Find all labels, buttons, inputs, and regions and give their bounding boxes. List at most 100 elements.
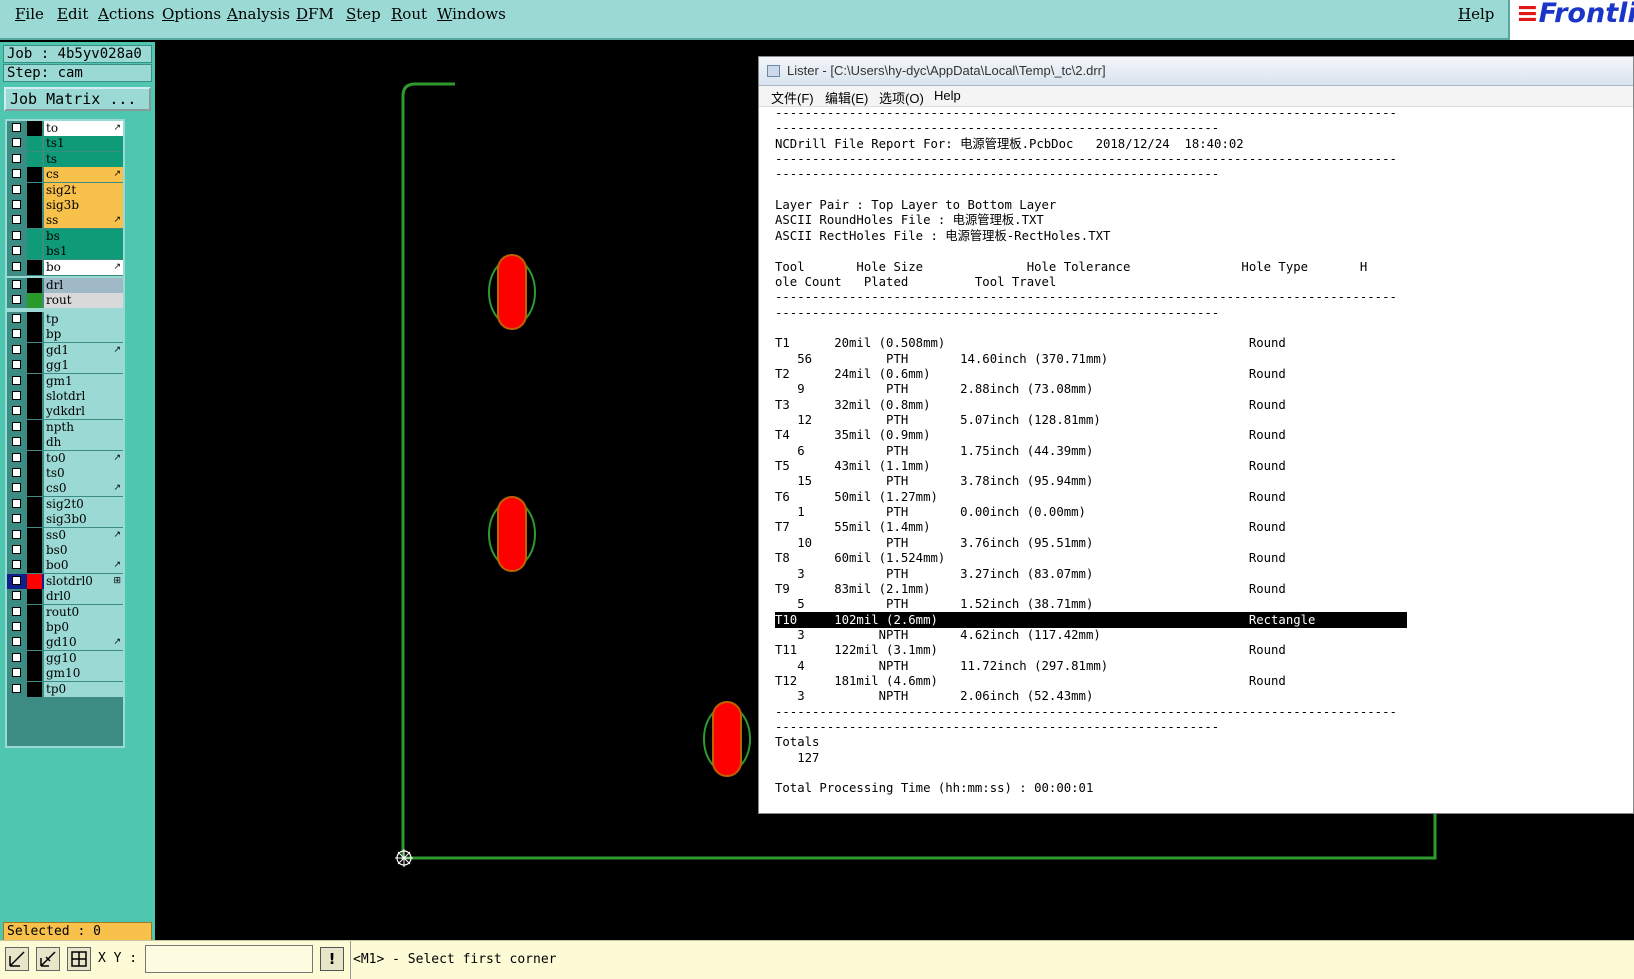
menu-windows[interactable]: Windows <box>437 5 506 23</box>
layer-color-swatch[interactable] <box>27 419 42 435</box>
layer-name[interactable]: slotdrl <box>44 389 123 404</box>
layer-row-gd1[interactable]: gd1 ↗ <box>7 342 123 358</box>
layer-name[interactable]: cs0 <box>44 481 123 497</box>
layer-color-swatch[interactable] <box>27 681 42 697</box>
layer-name[interactable]: npth <box>44 419 123 435</box>
layer-color-swatch[interactable] <box>27 213 42 229</box>
layer-color-swatch[interactable] <box>27 312 42 327</box>
layer-name[interactable]: drl0 <box>44 589 123 605</box>
layer-checkbox[interactable] <box>12 169 21 179</box>
layer-name[interactable]: sig2t <box>44 182 123 198</box>
snap-icon[interactable] <box>36 947 60 971</box>
layer-row-ss0[interactable]: ss0 ↗ <box>7 527 123 543</box>
layer-row-ts[interactable]: ts <box>7 151 123 167</box>
layer-checkbox[interactable] <box>12 652 21 662</box>
layer-name[interactable]: bp <box>44 327 123 343</box>
layer-color-swatch[interactable] <box>27 151 42 167</box>
layer-checkbox[interactable] <box>12 280 21 289</box>
layer-checkbox[interactable] <box>12 591 21 601</box>
layer-row-gm10[interactable]: gm10 <box>7 666 123 682</box>
layer-row-tp0[interactable]: tp0 <box>7 681 123 697</box>
layer-color-swatch[interactable] <box>27 466 42 481</box>
layer-row-rout0[interactable]: rout0 <box>7 604 123 620</box>
lister-titlebar[interactable]: Lister - [C:\Users\hy-dyc\AppData\Local\… <box>759 57 1633 86</box>
menu-options[interactable]: Options <box>162 5 221 23</box>
layer-row-sig3b0[interactable]: sig3b0 <box>7 512 123 528</box>
layer-color-swatch[interactable] <box>27 293 42 309</box>
layer-name[interactable]: to <box>44 121 123 136</box>
layer-row-cs[interactable]: cs ↗ <box>7 167 123 183</box>
layer-color-swatch[interactable] <box>27 167 42 183</box>
layer-name[interactable]: rout0 <box>44 604 123 620</box>
measure-icon[interactable] <box>5 947 29 971</box>
layer-checkbox[interactable] <box>12 545 21 554</box>
layer-name[interactable]: ts1 <box>44 136 123 152</box>
layer-checkbox[interactable] <box>12 215 21 225</box>
layer-checkbox[interactable] <box>12 683 21 693</box>
layer-row-bo[interactable]: bo ↗ <box>7 259 123 275</box>
layer-row-ts1[interactable]: ts1 <box>7 136 123 152</box>
layer-name[interactable]: slotdrl0 <box>44 573 123 589</box>
layer-name[interactable]: rout <box>44 293 123 309</box>
layer-checkbox[interactable] <box>12 421 21 431</box>
layer-name[interactable]: sig2t0 <box>44 496 123 512</box>
layer-name[interactable]: ss <box>44 213 123 229</box>
layer-color-swatch[interactable] <box>27 650 42 666</box>
layer-checkbox[interactable] <box>12 452 21 462</box>
layer-color-swatch[interactable] <box>27 435 42 451</box>
layer-name[interactable]: ss0 <box>44 527 123 543</box>
layer-name[interactable]: tp <box>44 312 123 327</box>
menu-step[interactable]: Step <box>346 5 381 23</box>
layer-checkbox[interactable] <box>12 514 21 524</box>
layer-checkbox[interactable] <box>12 200 21 209</box>
layer-color-swatch[interactable] <box>27 589 42 605</box>
layer-row-sig2t[interactable]: sig2t <box>7 182 123 198</box>
layer-row-slotdrl0[interactable]: slotdrl0 ⊞ <box>7 573 123 589</box>
layer-color-swatch[interactable] <box>27 527 42 543</box>
grid-icon[interactable] <box>67 947 91 971</box>
layer-row-sig2t0[interactable]: sig2t0 <box>7 496 123 512</box>
layer-color-swatch[interactable] <box>27 259 42 275</box>
menu-actions[interactable]: Actions <box>98 5 154 23</box>
layer-color-swatch[interactable] <box>27 620 42 635</box>
layer-checkbox[interactable] <box>12 668 21 678</box>
menu-analysis[interactable]: Analysis <box>227 5 290 23</box>
layer-row-gg1[interactable]: gg1 <box>7 358 123 374</box>
layer-row-cs0[interactable]: cs0 ↗ <box>7 481 123 497</box>
layer-color-swatch[interactable] <box>27 573 42 589</box>
layer-row-sig3b[interactable]: sig3b <box>7 198 123 213</box>
layer-color-swatch[interactable] <box>27 450 42 466</box>
layer-row-to0[interactable]: to0 ↗ <box>7 450 123 466</box>
layer-color-swatch[interactable] <box>27 373 42 389</box>
layer-checkbox[interactable] <box>12 437 21 447</box>
layer-name[interactable]: bs <box>44 228 123 244</box>
layer-row-ts0[interactable]: ts0 <box>7 466 123 481</box>
layer-row-dh[interactable]: dh <box>7 435 123 451</box>
lister-window[interactable]: Lister - [C:\Users\hy-dyc\AppData\Local\… <box>758 56 1634 814</box>
layer-checkbox[interactable] <box>12 246 21 256</box>
layer-row-rout[interactable]: rout <box>7 293 123 309</box>
layer-color-swatch[interactable] <box>27 228 42 244</box>
layer-row-bs1[interactable]: bs1 <box>7 244 123 260</box>
layer-checkbox[interactable] <box>12 153 21 163</box>
layer-checkbox[interactable] <box>12 184 21 194</box>
job-matrix-button[interactable]: Job Matrix ... <box>4 87 151 111</box>
layer-color-swatch[interactable] <box>27 327 42 343</box>
layer-color-swatch[interactable] <box>27 342 42 358</box>
layer-row-bp[interactable]: bp <box>7 327 123 343</box>
layer-checkbox[interactable] <box>12 344 21 354</box>
layer-name[interactable]: gg10 <box>44 650 123 666</box>
layer-name[interactable]: gm10 <box>44 666 123 682</box>
layer-row-slotdrl[interactable]: slotdrl <box>7 389 123 404</box>
layer-name[interactable]: bs0 <box>44 543 123 558</box>
menu-edit[interactable]: Edit <box>57 5 88 23</box>
layer-color-swatch[interactable] <box>27 136 42 152</box>
layer-checkbox[interactable] <box>12 606 21 616</box>
menu-rout[interactable]: Rout <box>391 5 427 23</box>
layer-checkbox[interactable] <box>12 391 21 400</box>
xy-input[interactable] <box>145 945 313 973</box>
layer-row-gm1[interactable]: gm1 <box>7 373 123 389</box>
layer-color-swatch[interactable] <box>27 389 42 404</box>
layer-name[interactable]: tp0 <box>44 681 123 697</box>
menu-dfm[interactable]: DFM <box>296 5 334 23</box>
